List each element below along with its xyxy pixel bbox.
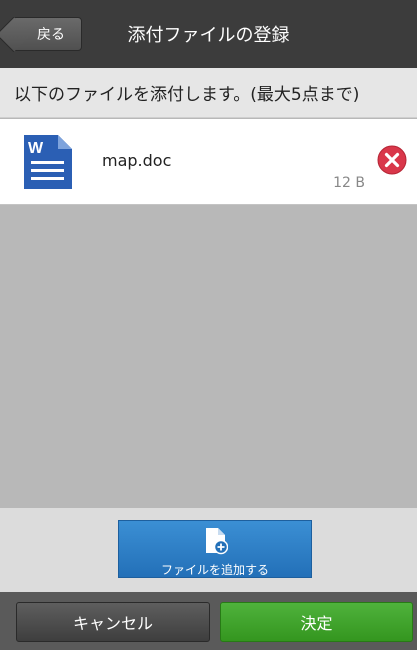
add-file-bar: ファイルを追加する [0, 508, 417, 592]
file-size: 12 B [333, 175, 365, 191]
add-file-button[interactable]: ファイルを追加する [118, 520, 312, 578]
word-document-icon: W [24, 135, 72, 189]
file-name: map.doc [102, 151, 172, 170]
page-title: 添付ファイルの登録 [127, 25, 290, 46]
svg-text:W: W [28, 140, 44, 157]
remove-file-icon[interactable] [377, 145, 407, 175]
footer-bar: キャンセル 決定 [0, 592, 417, 650]
back-button-label: 戻る [37, 27, 65, 43]
confirm-button[interactable]: 決定 [220, 602, 413, 642]
attachment-list-empty-area [0, 205, 417, 508]
cancel-button[interactable]: キャンセル [16, 602, 210, 642]
instruction-text: 以下のファイルを添付します。(最大5点まで) [0, 68, 417, 118]
back-button[interactable]: 戻る [12, 17, 82, 51]
app-header: 戻る 添付ファイルの登録 [0, 0, 417, 68]
file-list-item: W map.doc 12 B [0, 119, 417, 205]
add-file-label: ファイルを追加する [160, 563, 269, 577]
add-file-icon [206, 528, 228, 555]
